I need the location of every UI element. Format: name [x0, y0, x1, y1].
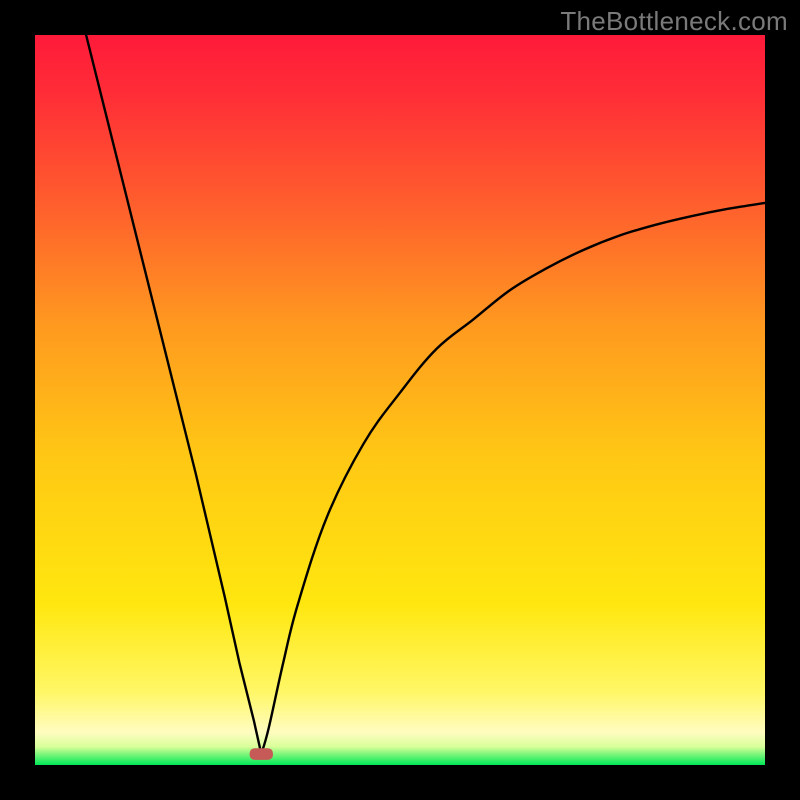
gradient-background	[35, 35, 765, 765]
chart-frame: TheBottleneck.com	[0, 0, 800, 800]
bottleneck-chart	[35, 35, 765, 765]
optimum-marker	[250, 748, 273, 760]
attribution-text: TheBottleneck.com	[560, 6, 788, 37]
